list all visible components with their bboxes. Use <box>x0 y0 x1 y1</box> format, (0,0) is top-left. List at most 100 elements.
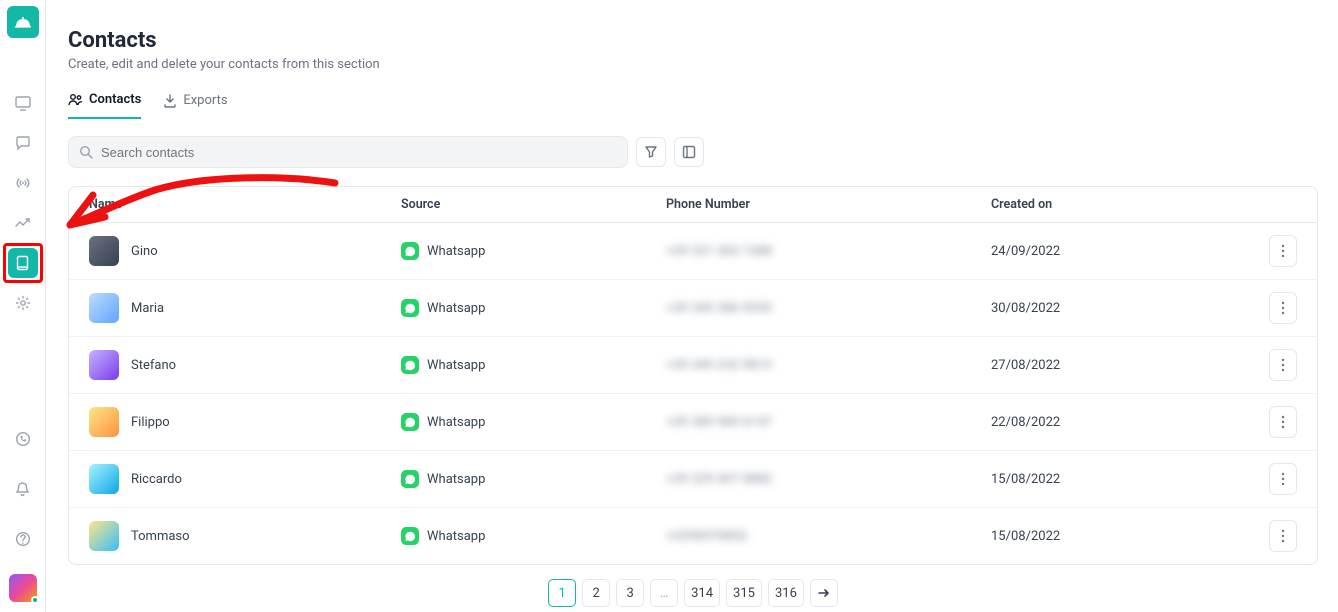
search-input[interactable] <box>101 145 617 160</box>
contact-name: Riccardo <box>131 472 182 487</box>
page-314-button[interactable]: 314 <box>684 579 720 607</box>
created-date: 24/09/2022 <box>991 244 1257 259</box>
arrow-right-icon <box>818 588 830 598</box>
source-label: Whatsapp <box>427 472 485 487</box>
columns-button[interactable] <box>674 137 704 167</box>
row-actions-button[interactable] <box>1269 349 1297 381</box>
dots-vertical-icon <box>1281 244 1285 258</box>
cloche-icon <box>14 15 32 29</box>
whatsapp-badge-icon <box>401 470 419 488</box>
table-header: Name Source Phone Number Created on <box>69 187 1317 223</box>
page-next-button[interactable] <box>810 579 838 607</box>
dots-vertical-icon <box>1281 529 1285 543</box>
avatar <box>89 350 119 380</box>
created-date: 15/08/2022 <box>991 472 1257 487</box>
contacts-book-icon <box>15 255 30 271</box>
contact-name: Filippo <box>131 415 170 430</box>
page-316-button[interactable]: 316 <box>768 579 804 607</box>
phone-number: +39 345 586 9555 <box>666 301 991 316</box>
dots-vertical-icon <box>1281 415 1285 429</box>
source-label: Whatsapp <box>427 415 485 430</box>
whatsapp-icon <box>15 431 31 447</box>
contact-name: Tommaso <box>131 529 190 544</box>
pagination: 1 2 3 … 314 315 316 <box>68 565 1318 612</box>
col-header-created[interactable]: Created on <box>991 197 1257 212</box>
contact-name: Gino <box>131 244 158 259</box>
trend-icon <box>15 217 31 229</box>
table-row[interactable]: Tommaso Whatsapp +3296970852 15/08/2022 <box>69 508 1317 564</box>
contact-name: Stefano <box>131 358 176 373</box>
whatsapp-badge-icon <box>401 242 419 260</box>
table-row[interactable]: Maria Whatsapp +39 345 586 9555 30/08/20… <box>69 280 1317 337</box>
page-subtitle: Create, edit and delete your contacts fr… <box>68 57 1318 72</box>
monitor-icon <box>15 96 31 111</box>
sidebar <box>0 0 46 612</box>
columns-icon <box>682 145 696 159</box>
page-1-button[interactable]: 1 <box>548 579 576 607</box>
status-online-dot <box>31 596 39 604</box>
row-actions-button[interactable] <box>1269 406 1297 438</box>
filter-icon <box>644 145 658 159</box>
nav-notifications[interactable] <box>8 474 38 504</box>
phone-number: +39 329 697 0882 <box>666 472 991 487</box>
main-content: Contacts Create, edit and delete your co… <box>46 0 1338 612</box>
created-date: 22/08/2022 <box>991 415 1257 430</box>
broadcast-icon <box>15 176 31 190</box>
dots-vertical-icon <box>1281 472 1285 486</box>
col-header-name[interactable]: Name <box>89 197 401 212</box>
nav-settings[interactable] <box>8 288 38 318</box>
row-actions-button[interactable] <box>1269 463 1297 495</box>
bell-icon <box>15 481 30 497</box>
app-logo[interactable] <box>7 6 39 38</box>
nav-whatsapp[interactable] <box>8 424 38 454</box>
source-label: Whatsapp <box>427 529 485 544</box>
row-actions-button[interactable] <box>1269 292 1297 324</box>
page-2-button[interactable]: 2 <box>582 579 610 607</box>
nav-broadcast[interactable] <box>8 168 38 198</box>
created-date: 27/08/2022 <box>991 358 1257 373</box>
whatsapp-badge-icon <box>401 299 419 317</box>
whatsapp-badge-icon <box>401 356 419 374</box>
filter-button[interactable] <box>636 137 666 167</box>
table-row[interactable]: Filippo Whatsapp +39 389 989 6147 22/08/… <box>69 394 1317 451</box>
contacts-table: Name Source Phone Number Created on Gino… <box>68 186 1318 565</box>
page-3-button[interactable]: 3 <box>616 579 644 607</box>
tab-exports[interactable]: Exports <box>163 92 227 119</box>
table-row[interactable]: Gino Whatsapp +39 331 365 1388 24/09/202… <box>69 223 1317 280</box>
source-label: Whatsapp <box>427 244 485 259</box>
dots-vertical-icon <box>1281 301 1285 315</box>
nav-chat[interactable] <box>8 128 38 158</box>
phone-number: +39 331 365 1388 <box>666 244 991 259</box>
people-icon <box>68 93 83 107</box>
contact-name: Maria <box>131 301 164 316</box>
filter-row <box>68 136 1318 168</box>
chat-icon <box>15 135 31 151</box>
page-315-button[interactable]: 315 <box>726 579 762 607</box>
page-ellipsis: … <box>650 579 678 607</box>
created-date: 30/08/2022 <box>991 301 1257 316</box>
search-icon <box>79 145 93 159</box>
nav-contacts[interactable] <box>8 248 38 278</box>
download-icon <box>163 94 177 108</box>
row-actions-button[interactable] <box>1269 235 1297 267</box>
user-avatar[interactable] <box>9 574 37 602</box>
nav-dashboard[interactable] <box>8 88 38 118</box>
tab-contacts[interactable]: Contacts <box>68 92 141 119</box>
col-header-phone[interactable]: Phone Number <box>666 197 991 212</box>
table-row[interactable]: Riccardo Whatsapp +39 329 697 0882 15/08… <box>69 451 1317 508</box>
tab-label: Contacts <box>89 92 141 107</box>
nav-analytics[interactable] <box>8 208 38 238</box>
phone-number: +39 349 232 9815 <box>666 358 991 373</box>
avatar <box>89 407 119 437</box>
source-label: Whatsapp <box>427 301 485 316</box>
table-row[interactable]: Stefano Whatsapp +39 349 232 9815 27/08/… <box>69 337 1317 394</box>
row-actions-button[interactable] <box>1269 520 1297 552</box>
search-input-wrap[interactable] <box>68 136 628 168</box>
avatar <box>89 236 119 266</box>
source-label: Whatsapp <box>427 358 485 373</box>
avatar <box>89 293 119 323</box>
whatsapp-badge-icon <box>401 527 419 545</box>
col-header-source[interactable]: Source <box>401 197 666 212</box>
help-icon <box>15 531 31 547</box>
nav-help[interactable] <box>8 524 38 554</box>
